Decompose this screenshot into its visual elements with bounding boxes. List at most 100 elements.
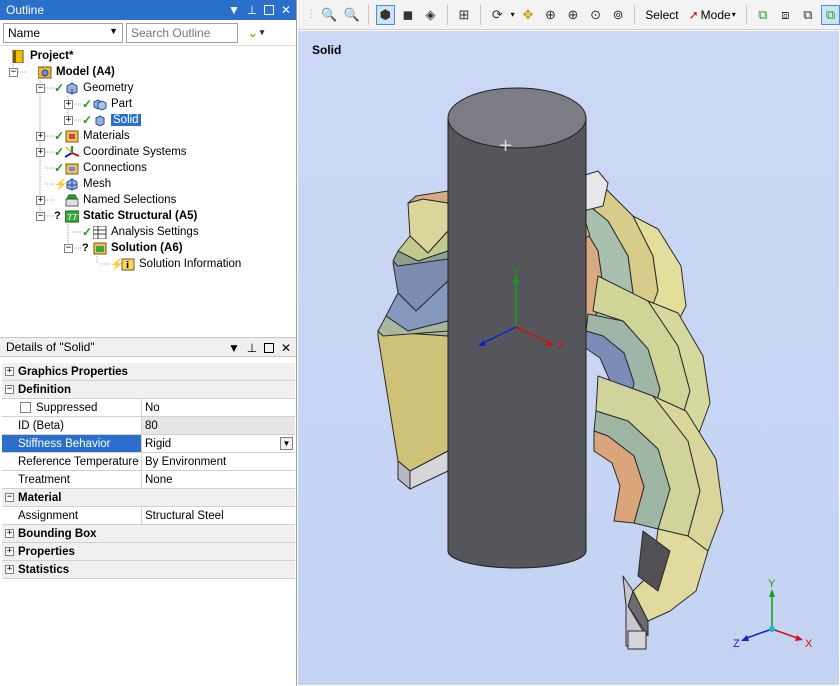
tree-node-mesh[interactable]: ⚡ Mesh	[54, 176, 111, 192]
solid-model-render[interactable]: + Y X Y X Z	[298, 31, 839, 685]
details-row-reference-temperature[interactable]: Reference Temperature By Environment	[2, 453, 295, 471]
chevron-down-icon: ⌄	[247, 25, 258, 40]
graphics-viewport[interactable]: Solid + Y X Y X Z	[298, 31, 839, 685]
tree-node-connections[interactable]: ✓ Connections	[54, 160, 147, 176]
row-value[interactable]: Structural Steel	[142, 507, 295, 524]
tree-node-named-selections[interactable]: ✓ Named Selections	[54, 192, 176, 208]
zoom-in-icon[interactable]: ⊕	[541, 5, 560, 25]
tree-node-analysis-settings[interactable]: ✓ Analysis Settings	[82, 224, 199, 240]
tree-node-solution-information[interactable]: ⚡ i Solution Information	[110, 256, 241, 272]
analysis-settings-icon	[92, 225, 107, 239]
collapse-toggle[interactable]: −	[36, 212, 45, 221]
check-icon: ✓	[54, 161, 65, 175]
expand-toggle[interactable]: +	[36, 132, 45, 141]
collapse-toggle[interactable]: −	[5, 385, 14, 394]
details-group-properties[interactable]: + Properties	[2, 543, 295, 561]
name-filter-select[interactable]: Name ▼	[3, 22, 123, 43]
tree-node-geometry[interactable]: ✓ Geometry	[54, 80, 134, 96]
model-icon	[37, 66, 52, 79]
rotate-dropdown-icon[interactable]: ▾	[511, 10, 515, 19]
details-row-treatment[interactable]: Treatment None	[2, 471, 295, 489]
tree-node-part[interactable]: ✓ Part	[82, 96, 132, 112]
pan-icon[interactable]: ✥	[519, 5, 538, 25]
details-row-suppressed[interactable]: Suppressed No	[2, 399, 295, 417]
tree-node-coordinate-systems[interactable]: ✓ Coordinate Systems	[54, 144, 187, 160]
graphics-toolbar: ⋮ 🔍 🔍 ⬢ ◼ ◈ ⊞ ⟳ ▾ ✥ ⊕ ⊕ ⊙ ⊚ Select ➚ Mode…	[298, 0, 840, 30]
details-group-graphics-properties[interactable]: + Graphics Properties	[2, 363, 295, 381]
svg-text:i: i	[126, 261, 129, 271]
row-value[interactable]: By Environment	[142, 453, 295, 470]
details-row-stiffness-behavior[interactable]: Stiffness Behavior Rigid ▼	[2, 435, 295, 453]
zoom-window-icon[interactable]: ⊕	[564, 5, 583, 25]
zoom-to-fit-icon[interactable]: ⊙	[586, 5, 605, 25]
expand-toggle[interactable]: +	[5, 547, 14, 556]
details-group-definition[interactable]: − Definition	[2, 381, 295, 399]
row-value[interactable]: None	[142, 471, 295, 488]
expand-toggle[interactable]: +	[36, 148, 45, 157]
select-adjacent-icon[interactable]: ⧉	[754, 5, 773, 25]
group-label: Statistics	[18, 563, 70, 576]
details-table: + Graphics Properties − Definition Suppres…	[2, 363, 295, 579]
group-label: Bounding Box	[18, 527, 97, 540]
tree-node-materials[interactable]: ✓ Materials	[54, 128, 130, 144]
search-outline-input[interactable]	[126, 22, 238, 43]
toolbar-separator	[745, 4, 747, 25]
toolbar-separator	[480, 4, 482, 25]
toolbar-grip-icon: ⋮	[306, 9, 316, 20]
row-value[interactable]: No	[142, 399, 295, 416]
select-body-icon[interactable]: ⬢	[375, 4, 395, 25]
mode-menu-button[interactable]: ➚ Mode ▾	[686, 8, 739, 22]
select-menu-button[interactable]: Select	[642, 8, 681, 22]
tree-node-static-structural[interactable]: ? 777 Static Structural (A5)	[54, 208, 197, 224]
select-face-icon[interactable]: ◼	[399, 5, 418, 25]
outline-tree: Project* − Model (A4) − ✓ Geometry + ✓ P…	[0, 48, 296, 336]
expand-toggle[interactable]: +	[5, 565, 14, 574]
details-group-statistics[interactable]: + Statistics	[2, 561, 295, 579]
row-label: Stiffness Behavior	[2, 435, 142, 452]
check-icon: ✓	[82, 225, 93, 239]
expand-toggle[interactable]: +	[5, 529, 14, 538]
rotate-icon[interactable]: ⟳	[488, 5, 507, 25]
zoom-box-icon[interactable]: 🔍	[343, 5, 362, 25]
chevron-down-icon[interactable]: ▼	[228, 342, 240, 354]
tree-label: Materials	[83, 130, 130, 142]
expand-toggle[interactable]: +	[36, 196, 45, 205]
question-icon: ?	[54, 210, 61, 222]
stiffness-behavior-select[interactable]: Rigid ▼	[142, 435, 295, 452]
named-selections-icon	[65, 194, 79, 207]
expand-toggle[interactable]: +	[64, 100, 73, 109]
pin-icon[interactable]: ⊥	[246, 342, 258, 354]
filter-options-button[interactable]: ⌄ ▾	[241, 23, 271, 43]
tree-node-solution[interactable]: ? Solution (A6)	[82, 240, 183, 256]
tree-node-solid[interactable]: ✓ Solid	[82, 112, 141, 128]
select-label: Select	[645, 7, 679, 22]
suppressed-checkbox[interactable]	[20, 402, 31, 413]
solid-body-icon	[93, 114, 107, 127]
tree-node-model[interactable]: Model (A4)	[37, 64, 115, 80]
pin-icon[interactable]: ⊥	[246, 4, 258, 16]
collapse-toggle[interactable]: −	[36, 84, 45, 93]
dropdown-arrow-icon[interactable]: ▼	[280, 437, 293, 450]
collapse-toggle[interactable]: −	[9, 68, 18, 77]
close-icon[interactable]: ✕	[280, 4, 292, 16]
tree-label: Analysis Settings	[111, 226, 199, 238]
extend-selection-icon[interactable]: ⧈	[776, 5, 795, 25]
select-all-icon[interactable]: ⧉	[799, 5, 818, 25]
selection-filter-icon[interactable]: ⧉	[821, 4, 840, 25]
details-group-bounding-box[interactable]: + Bounding Box	[2, 525, 295, 543]
tree-node-project[interactable]: Project*	[12, 48, 73, 64]
expand-toggle[interactable]: +	[64, 116, 73, 125]
collapse-toggle[interactable]: −	[5, 493, 14, 502]
collapse-toggle[interactable]: −	[64, 244, 73, 253]
maximize-icon[interactable]	[264, 5, 274, 15]
close-icon[interactable]: ✕	[280, 342, 292, 354]
chevron-down-icon[interactable]: ▼	[228, 4, 240, 16]
expand-toggle[interactable]: +	[5, 367, 14, 376]
details-group-material[interactable]: − Material	[2, 489, 295, 507]
zoom-selected-icon[interactable]: ⊚	[609, 5, 628, 25]
select-edge-icon[interactable]: ◈	[421, 5, 440, 25]
zoom-fit-icon[interactable]: 🔍	[320, 5, 339, 25]
details-row-assignment[interactable]: Assignment Structural Steel	[2, 507, 295, 525]
box-zoom-icon[interactable]: ⊞	[455, 5, 474, 25]
maximize-icon[interactable]	[264, 343, 274, 353]
